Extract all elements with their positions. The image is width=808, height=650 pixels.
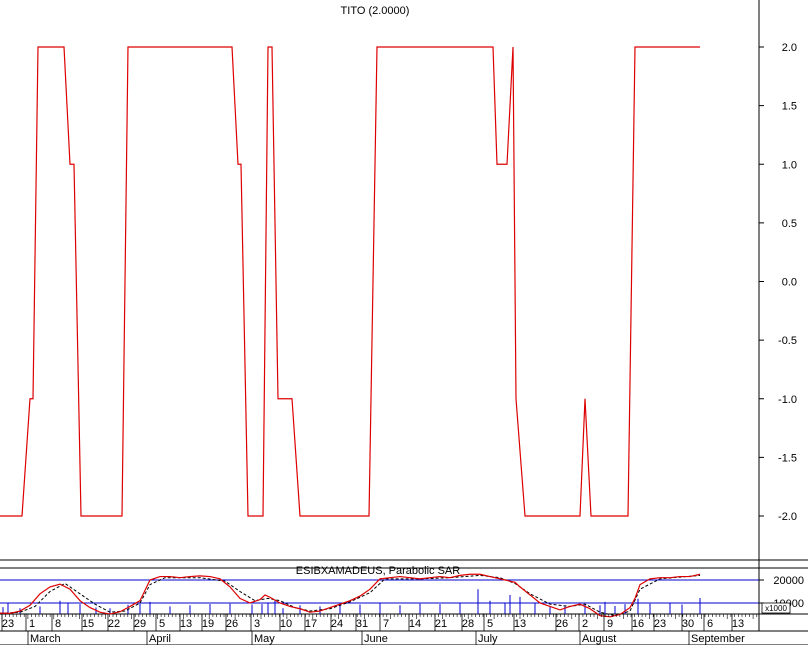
main-y-tick-label: 0.0	[782, 277, 797, 289]
x-day-label: 3	[254, 618, 260, 630]
main-y-ticks: 2.0 1.5 1.0 0.5 0.0 -0.5 -1.0 -1.5 -2.0	[759, 42, 797, 523]
sub-volume	[2, 589, 701, 614]
x-day-label: 13	[732, 618, 744, 630]
x-day-label: 2	[582, 618, 588, 630]
main-y-tick-label: 1.0	[782, 159, 797, 171]
x-day-label: 15	[82, 618, 94, 630]
sub-y-tick-label: 20000	[773, 575, 804, 587]
x-day-label: 7	[383, 618, 389, 630]
chart-root: TITO (2.0000) 2.0 1.5 1.0 0.5 0.0 -0.5 -1.0 -1.…	[0, 0, 808, 646]
x-day-label: 9	[607, 618, 613, 630]
x-day-label: 14	[409, 618, 421, 630]
x-day-label: 26	[556, 618, 568, 630]
x-day-label: 10	[280, 618, 292, 630]
x-day-label: 26	[226, 618, 238, 630]
x-day-label: 31	[356, 618, 368, 630]
x-month-label: March	[30, 633, 61, 645]
x-day-label: 23	[2, 618, 14, 630]
x-axis: 23 1 8 15 22 29 5 13 19 26 3 10 17 24 31 7 14 21 28 5 13 26 2 9…	[0, 614, 808, 646]
x-day-label: 21	[435, 618, 447, 630]
main-chart-title: TITO (2.0000)	[341, 5, 410, 17]
x-day-label: 13	[514, 618, 526, 630]
x-month-label: August	[582, 633, 616, 645]
price-line	[0, 573, 701, 618]
sub-chart-title: ESIBXAMADEUS, Parabolic SAR	[296, 565, 461, 577]
x-month-label: June	[364, 633, 388, 645]
x-day-label: 1	[29, 618, 35, 630]
x-day-label: 5	[159, 618, 165, 630]
x-month-label: July	[478, 633, 498, 645]
main-y-tick-label: -2.0	[778, 511, 797, 523]
x-month-label: September	[691, 633, 745, 645]
x-month-label: April	[149, 633, 171, 645]
x-day-label: 6	[707, 618, 713, 630]
main-panel-frame	[0, 0, 759, 560]
x-day-label: 29	[134, 618, 146, 630]
x-day-label: 8	[55, 618, 61, 630]
x-day-label: 24	[331, 618, 343, 630]
x-day-label: 19	[202, 618, 214, 630]
parabolic-sar-line	[0, 574, 701, 617]
main-y-tick-label: 2.0	[782, 42, 797, 54]
x-day-label: 30	[682, 618, 694, 630]
main-y-tick-label: -1.0	[778, 394, 797, 406]
x-day-label: 13	[180, 618, 192, 630]
multiplier-label: x1000	[765, 604, 787, 613]
chart-svg: TITO (2.0000) 2.0 1.5 1.0 0.5 0.0 -0.5 -1.0 -1.…	[0, 0, 808, 646]
x-day-label: 28	[462, 618, 474, 630]
x-day-label: 16	[632, 618, 644, 630]
x-day-label: 17	[305, 618, 317, 630]
main-y-tick-label: 0.5	[782, 218, 797, 230]
x-month-label: May	[254, 633, 275, 645]
sub-series	[0, 573, 701, 618]
x-day-label: 22	[108, 618, 120, 630]
x-day-label: 5	[487, 618, 493, 630]
main-y-tick-label: -1.5	[778, 452, 797, 464]
main-y-tick-label: -0.5	[778, 335, 797, 347]
x-day-label: 23	[654, 618, 666, 630]
main-y-tick-label: 1.5	[782, 101, 797, 113]
